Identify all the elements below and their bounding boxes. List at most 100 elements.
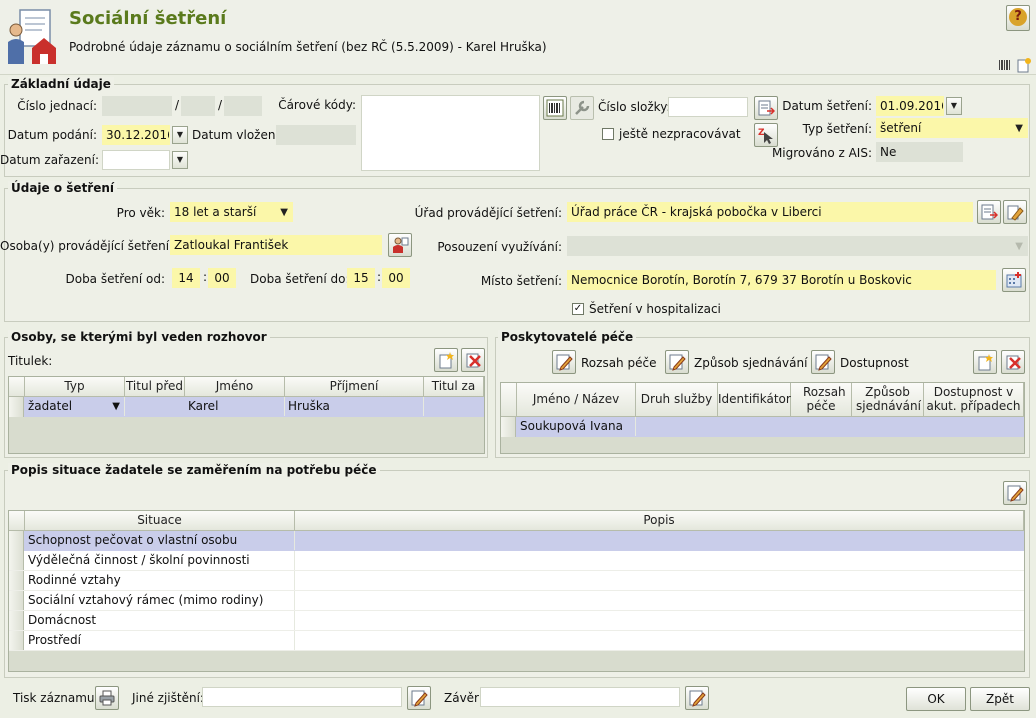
providers-col-druh[interactable]: Druh služby: [636, 383, 718, 417]
row-header[interactable]: [9, 631, 24, 650]
table-row[interactable]: Rodinné vztahy: [9, 571, 1024, 591]
doba-od-colon: :: [203, 270, 208, 284]
persons-cell-typ[interactable]: žadatel ▼: [25, 397, 125, 416]
table-row[interactable]: Domácnost: [9, 611, 1024, 631]
cislo-slozky-field[interactable]: [668, 97, 748, 117]
persons-col-typ[interactable]: Typ: [25, 377, 125, 397]
edit-note-icon: [689, 690, 706, 707]
situation-cell-situace[interactable]: Domácnost: [25, 611, 295, 630]
persons-table-corner: [9, 377, 25, 397]
urad-list-button[interactable]: [977, 200, 1001, 224]
titulek-label: Titulek:: [8, 354, 53, 368]
jine-zjisteni-edit-button[interactable]: [407, 686, 431, 710]
typ-setreni-select[interactable]: šetření ▼: [876, 118, 1028, 138]
cislo-jednaci-field-3[interactable]: [224, 96, 262, 116]
cislo-jednaci-field-1[interactable]: [102, 96, 172, 116]
table-row[interactable]: Prostředí: [9, 631, 1024, 651]
situation-col-popis[interactable]: Popis: [295, 511, 1024, 531]
rozsah-button[interactable]: [552, 350, 576, 374]
persons-add-button[interactable]: [434, 348, 458, 372]
osoby-provadejici-field[interactable]: Zatloukal František: [170, 235, 382, 255]
persons-col-jmeno[interactable]: Jméno: [185, 377, 285, 397]
row-header[interactable]: [9, 551, 24, 570]
providers-col-jmeno[interactable]: Jméno / Název: [517, 383, 636, 417]
datum-zarazeni-dropdown[interactable]: ▼: [172, 151, 188, 169]
situation-table: Situace Popis Schopnost pečovat o vlastn…: [8, 510, 1025, 672]
misto-field[interactable]: Nemocnice Borotín, Borotín 7, 679 37 Bor…: [567, 270, 996, 290]
datum-setreni-dropdown[interactable]: ▼: [946, 97, 962, 115]
datum-zarazeni-label: Datum zařazení:: [0, 153, 100, 167]
help-button[interactable]: ?: [1006, 5, 1030, 31]
row-header[interactable]: [9, 611, 24, 630]
table-row[interactable]: Sociální vztahový rámec (mimo rodiny): [9, 591, 1024, 611]
print-button[interactable]: [95, 686, 119, 710]
jine-zjisteni-field[interactable]: [202, 687, 402, 707]
providers-add-button[interactable]: [973, 350, 997, 374]
zaver-field[interactable]: [480, 687, 680, 707]
hospitalizace-checkbox[interactable]: ✓: [572, 303, 584, 315]
table-row[interactable]: Schopnost pečovat o vlastní osobu: [9, 531, 1024, 551]
datum-podani-field[interactable]: 30.12.2016: [102, 125, 170, 145]
situation-cell-situace[interactable]: Schopnost pečovat o vlastní osobu: [25, 531, 295, 550]
zpusob-button[interactable]: [665, 350, 689, 374]
persons-cell-jmeno[interactable]: Karel: [185, 397, 285, 416]
cislo-jednaci-sep-1: /: [175, 98, 180, 112]
persons-delete-button[interactable]: [461, 348, 485, 372]
persons-col-prijmeni[interactable]: Příjmení: [285, 377, 424, 397]
providers-col-identifikator[interactable]: Identifikátor: [718, 383, 791, 417]
datum-vlozeni-field: [276, 125, 356, 145]
persons-col-titul-za[interactable]: Titul za: [424, 377, 484, 397]
migrovano-field: Ne: [876, 142, 963, 162]
urad-clear-button[interactable]: [1003, 200, 1027, 224]
doba-do-hours[interactable]: 15: [347, 268, 375, 288]
doba-od-hours[interactable]: 14: [172, 268, 200, 288]
persons-cell-prijmeni[interactable]: Hruška: [285, 397, 424, 416]
barcode-button[interactable]: [543, 96, 567, 120]
cislo-jednaci-sep-2: /: [218, 98, 223, 112]
situation-cell-situace[interactable]: Prostředí: [25, 631, 295, 650]
carove-kody-field[interactable]: [361, 95, 540, 171]
table-row[interactable]: žadatel ▼ Karel Hruška: [9, 397, 484, 417]
cislo-jednaci-field-2[interactable]: [181, 96, 215, 116]
nezpracovavat-checkbox[interactable]: [602, 128, 614, 140]
situation-table-corner: [9, 511, 25, 531]
providers-col-rozsah[interactable]: Rozsah péče: [791, 383, 852, 417]
table-row[interactable]: Výdělečná činnost / školní povinnosti: [9, 551, 1024, 571]
zaver-edit-button[interactable]: [685, 686, 709, 710]
row-header[interactable]: [9, 397, 24, 417]
row-header[interactable]: [501, 417, 516, 437]
ok-button[interactable]: OK: [906, 687, 966, 711]
persons-typ-value: žadatel: [28, 399, 73, 413]
wrench-button[interactable]: [570, 96, 594, 120]
providers-col-dostupnost[interactable]: Dostupnost v akut. případech: [924, 383, 1024, 417]
row-header[interactable]: [9, 531, 24, 551]
wrench-icon: [575, 100, 590, 115]
providers-cell-jmeno[interactable]: Soukupová Ivana: [517, 417, 636, 436]
providers-col-zpusob[interactable]: Způsob sjednávání: [852, 383, 924, 417]
situation-cell-situace[interactable]: Sociální vztahový rámec (mimo rodiny): [25, 591, 295, 610]
persons-col-titul-pred[interactable]: Titul před: [125, 377, 185, 397]
urad-field[interactable]: Úřad práce ČR - krajská pobočka v Liberc…: [567, 202, 973, 222]
zaver-label: Závěr:: [444, 691, 483, 705]
situation-cell-situace[interactable]: Výdělečná činnost / školní povinnosti: [25, 551, 295, 570]
providers-delete-button[interactable]: [1001, 350, 1025, 374]
investigation-title: Údaje o šetření: [8, 181, 118, 195]
row-header[interactable]: [9, 571, 24, 590]
datum-zarazeni-field[interactable]: [102, 150, 170, 170]
dostupnost-button[interactable]: [811, 350, 835, 374]
doba-od-minutes[interactable]: 00: [208, 268, 236, 288]
barcode-small-icon[interactable]: [998, 58, 1012, 72]
zpet-button[interactable]: Zpět: [970, 687, 1030, 711]
row-header[interactable]: [9, 591, 24, 610]
new-record-icon: [439, 352, 454, 369]
pro-vek-select[interactable]: 18 let a starší ▼: [170, 202, 293, 222]
datum-setreni-field[interactable]: 01.09.2016: [876, 96, 944, 116]
misto-hospital-button[interactable]: [1002, 268, 1026, 292]
typ-setreni-value: šetření: [880, 121, 922, 135]
table-row[interactable]: Soukupová Ivana: [501, 417, 1024, 437]
situation-edit-button[interactable]: [1003, 481, 1027, 505]
situation-col-situace[interactable]: Situace: [25, 511, 295, 531]
situation-cell-situace[interactable]: Rodinné vztahy: [25, 571, 295, 590]
datum-podani-dropdown[interactable]: ▼: [172, 126, 188, 144]
new-record-small-icon[interactable]: [1016, 57, 1032, 73]
